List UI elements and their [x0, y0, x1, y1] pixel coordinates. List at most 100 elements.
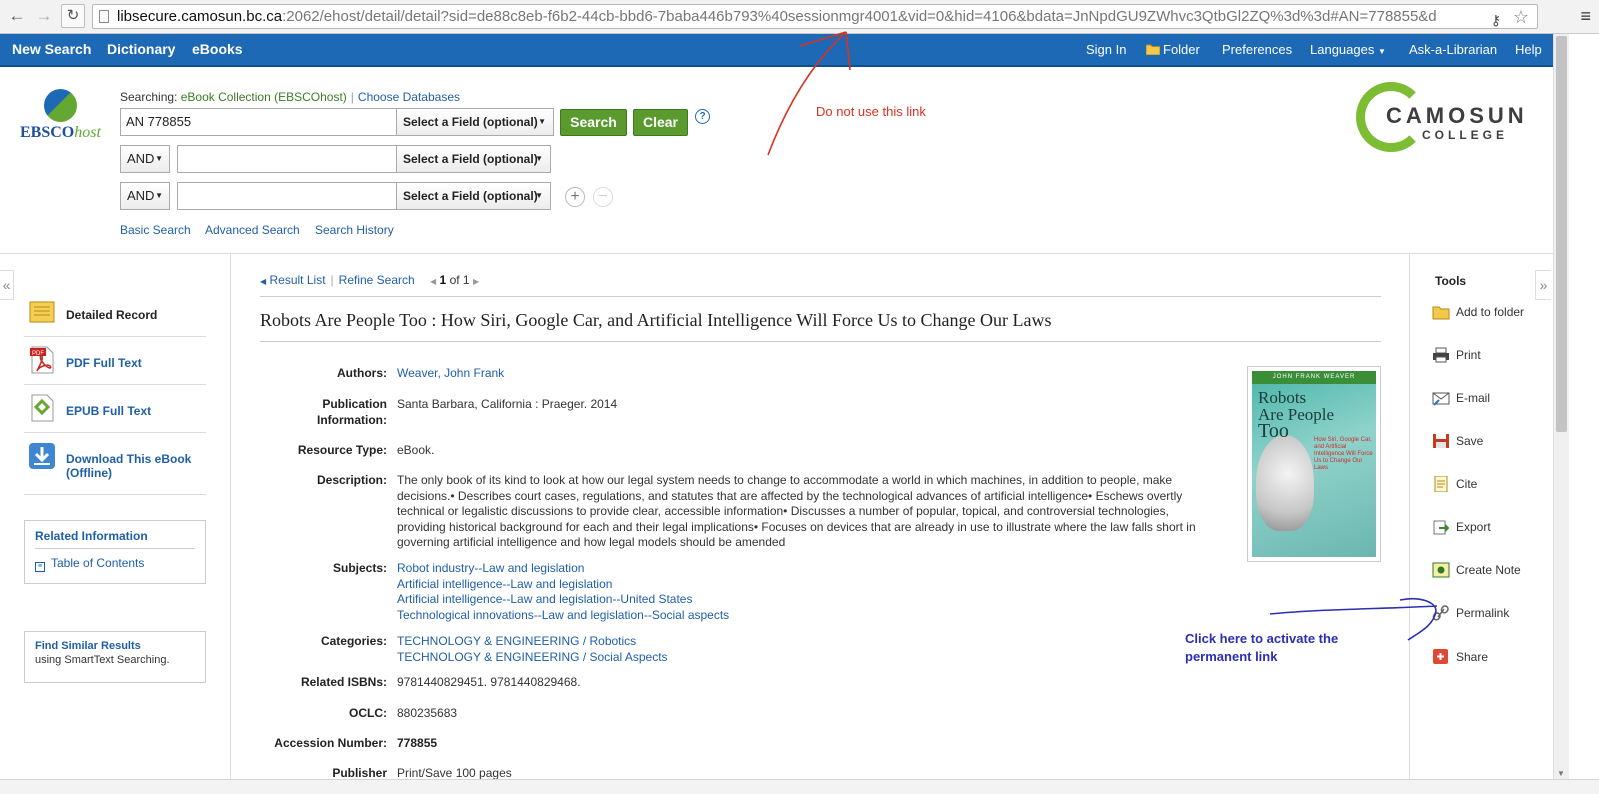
subject-link[interactable]: Technological innovations--Law and legis… [397, 608, 1202, 624]
share-tool[interactable]: Share [1432, 646, 1488, 668]
field-select-2[interactable]: Select a Field (optional) ▼ [396, 145, 551, 173]
nav-preferences[interactable]: Preferences [1222, 34, 1292, 65]
add-to-folder-tool[interactable]: Add to folder [1432, 301, 1524, 323]
subject-link[interactable]: Robot industry--Law and legislation [397, 561, 1202, 577]
nav-languages-label: Languages [1310, 42, 1375, 57]
nav-new-search[interactable]: New Search [12, 34, 91, 65]
database-name: eBook Collection (EBSCOhost) [180, 90, 347, 104]
category-link[interactable]: TECHNOLOGY & ENGINEERING / Social Aspect… [397, 650, 1202, 666]
detailed-record-item[interactable]: Detailed Record [24, 293, 206, 337]
caret-down-icon: ▼ [155, 154, 163, 163]
page-scrollbar[interactable]: ▲ ▼ [1553, 34, 1569, 780]
email-tool[interactable]: E-mail [1432, 387, 1490, 409]
searching-label: Searching: [120, 90, 178, 104]
permalink-tool[interactable]: Permalink [1432, 602, 1509, 624]
search-history-link[interactable]: Search History [315, 223, 394, 237]
nav-folder-label: Folder [1163, 42, 1200, 57]
isbns-value: 9781440829451. 9781440829468. [397, 675, 581, 689]
ebsco-word: EBSCO [20, 124, 75, 141]
subject-link[interactable]: Artificial intelligence--Law and legisla… [397, 577, 1202, 593]
table-of-contents-link[interactable]: ≡ Table of Contents [35, 556, 195, 572]
address-bar[interactable]: libsecure.camosun.bc.ca:2062/ehost/detai… [92, 4, 1538, 29]
pdf-full-text-item[interactable]: PDF PDF Full Text [24, 341, 206, 385]
cite-icon [1434, 475, 1448, 492]
related-information-box: Related Information ≡ Table of Contents [24, 520, 206, 584]
boolean-select-2[interactable]: AND ▼ [120, 145, 170, 173]
field-select-2-label: Select a Field (optional) [403, 152, 538, 166]
detailed-record-icon [29, 301, 55, 323]
nav-help[interactable]: Help [1515, 34, 1542, 65]
add-row-icon[interactable]: + [565, 187, 585, 207]
subject-link[interactable]: Artificial intelligence--Law and legisla… [397, 592, 1202, 608]
nav-dictionary[interactable]: Dictionary [107, 34, 175, 65]
choose-databases-link[interactable]: Choose Databases [358, 90, 460, 104]
share-label: Share [1456, 650, 1489, 664]
subjects-label: Subjects: [332, 561, 387, 575]
nav-languages[interactable]: Languages ▼ [1310, 34, 1386, 67]
robot-face-image [1256, 435, 1314, 531]
permalink-label: Permalink [1456, 606, 1510, 620]
reload-icon[interactable]: ↻ [61, 4, 85, 28]
forward-icon[interactable]: → [33, 5, 55, 27]
result-list-link[interactable]: Result List [270, 273, 326, 287]
search-input-2[interactable] [177, 145, 397, 173]
basic-search-link[interactable]: Basic Search [120, 223, 191, 237]
pdf-full-text-link[interactable]: PDF Full Text [66, 356, 142, 370]
email-icon [1432, 392, 1450, 406]
caret-down-icon: ▼ [538, 117, 546, 126]
scroll-thumb[interactable] [1556, 36, 1567, 432]
accession-label: Accession Number: [274, 736, 387, 750]
nav-ask-a-librarian[interactable]: Ask-a-Librarian [1409, 34, 1497, 65]
oclc-label: OCLC: [349, 706, 387, 720]
advanced-search-link[interactable]: Advanced Search [205, 223, 300, 237]
create-note-tool[interactable]: Create Note [1432, 559, 1521, 581]
top-navigation: New Search Dictionary eBooks Sign In Fol… [0, 34, 1553, 67]
create-note-label: Create Note [1456, 563, 1521, 577]
search-button[interactable]: Search [560, 109, 627, 136]
print-tool[interactable]: Print [1432, 344, 1481, 366]
download-ebook-item[interactable]: Download This eBook (Offline) [24, 437, 206, 495]
scroll-down-icon[interactable]: ▼ [1557, 769, 1565, 778]
field-select-3[interactable]: Select a Field (optional) ▼ [396, 182, 551, 210]
help-icon[interactable]: ? [695, 109, 710, 124]
epub-full-text-link[interactable]: EPUB Full Text [66, 404, 151, 418]
find-similar-link[interactable]: Find Similar Results [35, 640, 195, 652]
epub-full-text-item[interactable]: EPUB Full Text [24, 389, 206, 433]
save-tool[interactable]: Save [1432, 430, 1483, 452]
export-icon [1433, 520, 1450, 535]
author-link[interactable]: Weaver, John Frank [397, 366, 1202, 382]
cite-tool[interactable]: Cite [1432, 473, 1477, 495]
boolean-select-3[interactable]: AND ▼ [120, 182, 170, 210]
refine-search-link[interactable]: Refine Search [339, 273, 415, 287]
boolean-select-3-label: AND [127, 188, 155, 203]
find-similar-subtext: using SmartText Searching. [35, 654, 170, 666]
field-select-1-label: Select a Field (optional) [403, 115, 538, 129]
download-ebook-link[interactable]: Download This eBook (Offline) [66, 452, 196, 480]
key-icon[interactable]: ⚷ [1491, 9, 1501, 28]
browser-toolbar: ← → ↻ libsecure.camosun.bc.ca:2062/ehost… [0, 0, 1599, 34]
remove-row-icon[interactable]: − [593, 187, 613, 207]
printer-icon [1433, 347, 1449, 363]
tools-panel: Tools Add to folder Print E-mail Save Ci… [1409, 254, 1553, 780]
next-record-icon[interactable]: ▶ [473, 277, 479, 286]
bookmark-star-icon[interactable]: ☆ [1508, 6, 1529, 28]
export-tool[interactable]: Export [1432, 516, 1491, 538]
cover-author: JOHN FRANK WEAVER [1252, 371, 1376, 384]
tools-title: Tools [1435, 274, 1467, 288]
search-input-1[interactable]: AN 778855 [120, 108, 397, 136]
search-input-3[interactable] [177, 182, 397, 210]
field-select-3-label: Select a Field (optional) [403, 189, 538, 203]
nav-ebooks[interactable]: eBooks [192, 34, 243, 65]
nav-sign-in[interactable]: Sign In [1086, 34, 1126, 65]
prev-record-icon[interactable]: ◀ [430, 277, 436, 286]
cover-subtitle: How Siri, Google Car, and Artificial Int… [1314, 437, 1373, 471]
category-link[interactable]: TECHNOLOGY & ENGINEERING / Robotics [397, 634, 1202, 650]
clear-button[interactable]: Clear [633, 109, 688, 136]
table-of-contents-label: Table of Contents [51, 556, 145, 570]
back-icon[interactable]: ← [6, 5, 28, 27]
book-cover[interactable]: JOHN FRANK WEAVER Robots Are People Too Ho… [1247, 366, 1381, 562]
nav-folder[interactable]: Folder [1145, 34, 1200, 65]
menu-icon[interactable]: ≡ [1580, 6, 1591, 26]
field-select-1[interactable]: Select a Field (optional) ▼ [396, 108, 554, 136]
caret-down-icon: ▼ [535, 154, 543, 163]
